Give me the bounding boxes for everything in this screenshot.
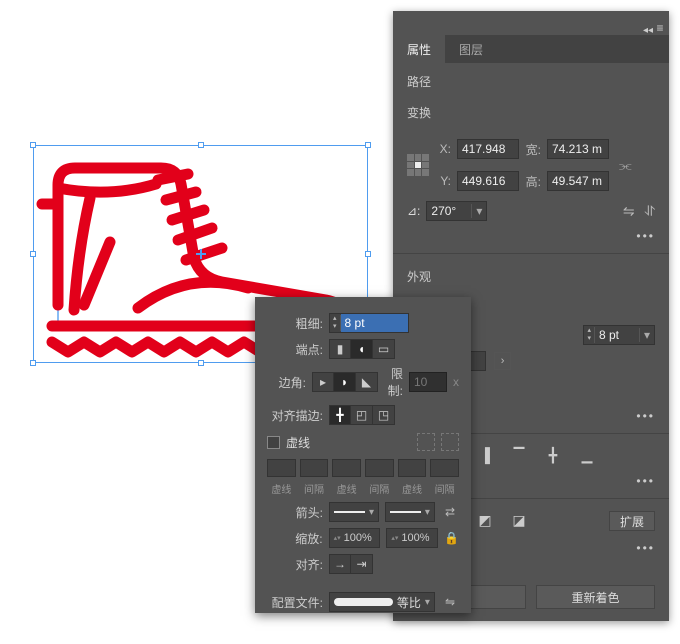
gap-col2: 间隔 (365, 481, 394, 496)
height-label: 高: (525, 173, 541, 190)
handle-bottom-mid[interactable] (198, 360, 204, 366)
align-stroke-inside-icon[interactable]: ◰ (351, 405, 373, 425)
handle-mid-left[interactable] (30, 251, 36, 257)
arrow-end-select[interactable]: ▾ (385, 502, 435, 522)
align-top-icon[interactable]: ▔ (509, 446, 529, 464)
profile-select[interactable]: 等比 ▾ (329, 592, 435, 612)
appearance-heading: 外观 (393, 258, 669, 289)
selection-center (196, 249, 206, 259)
transform-section: X: Y: 宽: 高: ⫘ ⊿: (393, 125, 669, 227)
rotate-angle-input[interactable] (427, 204, 471, 218)
dash1-input[interactable] (267, 459, 296, 477)
arrow-label: 箭头: (267, 504, 323, 521)
weight-input[interactable] (341, 314, 408, 332)
swap-arrows-icon[interactable]: ⇄ (441, 505, 459, 519)
align-stroke-label: 对齐描边: (267, 407, 323, 424)
stroke-panel: 粗细: ▴▾ 端点: ▮ ◖ ▭ 边角: ▸ ◗ ◣ 限制: x 对齐描边: ╋… (255, 297, 471, 613)
align-stroke-outside-icon[interactable]: ◳ (373, 405, 395, 425)
pathfinder-intersect-icon[interactable]: ◩ (475, 511, 495, 529)
corner-bevel-icon[interactable]: ◣ (356, 372, 378, 392)
gap1-input[interactable] (300, 459, 329, 477)
align-bottom-icon[interactable]: ▁ (577, 446, 597, 464)
scale-label: 缩放: (267, 530, 323, 547)
handle-top-right[interactable] (365, 142, 371, 148)
align-stroke-center-icon[interactable]: ╋ (329, 405, 351, 425)
pathfinder-exclude-icon[interactable]: ◪ (509, 511, 529, 529)
cap-label: 端点: (267, 341, 323, 358)
tab-properties[interactable]: 属性 (393, 35, 445, 63)
panel-collapse-icon[interactable]: ◂◂ (643, 25, 653, 36)
handle-top-left[interactable] (30, 142, 36, 148)
arrow-align-path-icon[interactable]: ⇥ (351, 554, 373, 574)
reference-point-grid[interactable] (407, 154, 429, 176)
gap-col1: 间隔 (300, 481, 329, 496)
rotate-angle-field[interactable]: ▾ (426, 201, 487, 221)
corner-round-icon[interactable]: ◗ (334, 372, 356, 392)
align-vcenter-icon[interactable]: ╋ (543, 446, 563, 464)
y-label: Y: (435, 174, 451, 188)
angle-dropdown-icon[interactable]: ▾ (471, 204, 486, 218)
corner-miter-icon[interactable]: ▸ (312, 372, 334, 392)
scale-start-input[interactable]: ▴▾100% (329, 528, 381, 548)
arrow-start-select[interactable]: ▾ (329, 502, 379, 522)
align-right-icon[interactable]: ▐ (475, 446, 495, 464)
limit-input[interactable] (409, 372, 447, 392)
stroke-weight-input[interactable] (595, 328, 639, 342)
expand-button[interactable]: 扩展 (609, 511, 655, 531)
dash-col3: 虚线 (398, 481, 427, 496)
width-label: 宽: (525, 141, 541, 158)
cap-butt-icon[interactable]: ▮ (329, 339, 351, 359)
angle-label: ⊿: (407, 204, 420, 218)
dashed-label: 虚线 (286, 434, 310, 451)
cap-round-icon[interactable]: ◖ (351, 339, 373, 359)
handle-top-mid[interactable] (198, 142, 204, 148)
weight-stepper[interactable]: ▴▾ (329, 313, 409, 333)
flip-vertical-icon[interactable]: ⥯ (645, 203, 655, 220)
corner-label: 边角: (267, 374, 306, 391)
dash3-input[interactable] (398, 459, 427, 477)
constrain-proportions-icon[interactable]: ⫘ (615, 153, 636, 178)
divider (393, 253, 669, 254)
y-input[interactable] (457, 171, 519, 191)
scale-end-input[interactable]: ▴▾100% (386, 528, 438, 548)
profile-flip-icon[interactable]: ⇋ (441, 595, 459, 609)
panel-menu-icon[interactable]: ≡ (653, 21, 667, 35)
stroke-weight-stepper[interactable]: ▴▾ ▾ (583, 325, 655, 345)
dash-grid (267, 459, 459, 477)
flip-horizontal-icon[interactable]: ⇋ (623, 203, 635, 220)
handle-bottom-left[interactable] (30, 360, 36, 366)
limit-label: 限制: (384, 365, 403, 399)
object-type-label: 路径 (393, 63, 669, 94)
tab-layers[interactable]: 图层 (445, 35, 497, 63)
arrow-align-tip-icon[interactable]: → (329, 554, 351, 574)
height-input[interactable] (547, 171, 609, 191)
gap2-input[interactable] (365, 459, 394, 477)
dash-align-icon[interactable] (441, 433, 459, 451)
profile-label: 配置文件: (267, 594, 323, 611)
align-arrow-label: 对齐: (267, 556, 323, 573)
handle-mid-right[interactable] (365, 251, 371, 257)
transform-more-icon[interactable]: ••• (393, 227, 669, 249)
transform-heading: 变换 (393, 94, 669, 125)
opacity-more-icon[interactable]: › (494, 352, 512, 370)
dash2-input[interactable] (332, 459, 361, 477)
gap3-input[interactable] (430, 459, 459, 477)
x-input[interactable] (457, 139, 519, 159)
x-label: X: (435, 142, 451, 156)
dash-col2: 虚线 (332, 481, 361, 496)
weight-label: 粗细: (267, 315, 323, 332)
dashed-checkbox[interactable] (267, 436, 280, 449)
profile-text: 等比 (397, 594, 421, 611)
width-input[interactable] (547, 139, 609, 159)
dash-preserve-icon[interactable] (417, 433, 435, 451)
panel-tabs: 属性 图层 (393, 35, 669, 63)
gap-col3: 间隔 (430, 481, 459, 496)
stroke-weight-dropdown-icon[interactable]: ▾ (639, 328, 654, 342)
recolor-button[interactable]: 重新着色 (536, 585, 655, 609)
cap-projecting-icon[interactable]: ▭ (373, 339, 395, 359)
dash-col1: 虚线 (267, 481, 296, 496)
scale-link-icon[interactable]: 🔒 (444, 531, 459, 545)
